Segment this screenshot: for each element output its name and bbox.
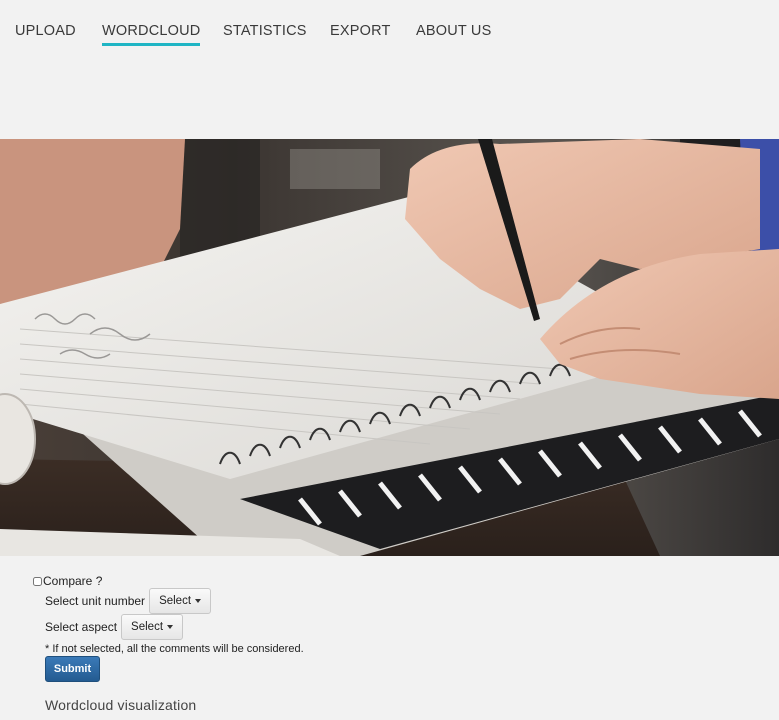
aspect-row: Select aspect Select: [45, 614, 184, 640]
nav-wordcloud[interactable]: WORDCLOUD: [102, 22, 201, 46]
wordcloud-form: Compare ? Select unit number Select Sele…: [0, 556, 779, 720]
aspect-select-value: Select: [131, 621, 164, 633]
nav-export[interactable]: EXPORT: [330, 22, 391, 40]
aspect-label: Select aspect: [45, 620, 118, 634]
selection-note: * If not selected, all the comments will…: [45, 643, 304, 655]
unit-number-select[interactable]: Select: [149, 588, 212, 614]
compare-label: Compare ?: [43, 574, 103, 588]
nav-about-us[interactable]: ABOUT US: [416, 22, 491, 40]
nav-upload[interactable]: UPLOAD: [15, 22, 76, 40]
unit-number-label: Select unit number: [45, 594, 146, 608]
caret-down-icon: [167, 625, 174, 629]
main-navigation: UPLOAD WORDCLOUD STATISTICS EXPORT ABOUT…: [0, 0, 779, 60]
aspect-select[interactable]: Select: [121, 614, 184, 640]
hero-photo-illustration: [0, 139, 779, 556]
hero-image: [0, 139, 779, 556]
submit-button[interactable]: Submit: [45, 656, 100, 682]
nav-statistics[interactable]: STATISTICS: [223, 22, 307, 40]
compare-option: Compare ?: [33, 574, 102, 588]
section-title: Wordcloud visualization: [45, 697, 197, 713]
caret-down-icon: [195, 599, 202, 603]
unit-number-row: Select unit number Select: [45, 588, 212, 614]
unit-number-select-value: Select: [159, 595, 192, 607]
compare-checkbox[interactable]: [33, 576, 42, 586]
